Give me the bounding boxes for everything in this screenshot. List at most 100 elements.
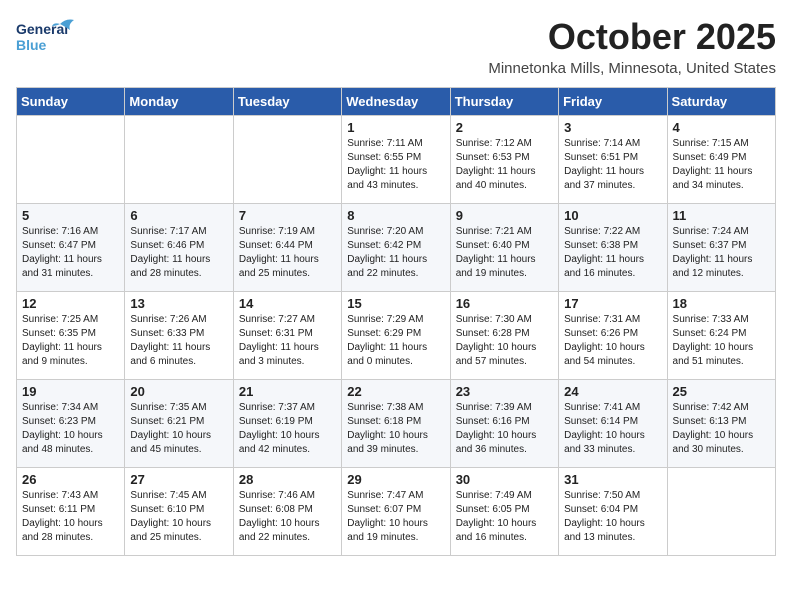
day-cell: 10 Sunrise: 7:22 AM Sunset: 6:38 PM Dayli…	[559, 204, 667, 292]
day-number: 4	[673, 120, 770, 135]
day-cell: 28 Sunrise: 7:46 AM Sunset: 6:08 PM Dayli…	[233, 468, 341, 556]
day-info: Sunrise: 7:41 AM Sunset: 6:14 PM Dayligh…	[564, 401, 661, 457]
month-title: October 2025	[488, 16, 776, 58]
title-section: October 2025 Minnetonka Mills, Minnesota…	[488, 16, 776, 77]
day-cell: 5 Sunrise: 7:16 AM Sunset: 6:47 PM Daylig…	[17, 204, 125, 292]
day-number: 28	[239, 472, 336, 487]
day-info: Sunrise: 7:14 AM Sunset: 6:51 PM Dayligh…	[564, 137, 661, 193]
weekday-header-wednesday: Wednesday	[342, 88, 450, 116]
day-info: Sunrise: 7:20 AM Sunset: 6:42 PM Dayligh…	[347, 225, 444, 281]
day-cell: 12Sunrise: 7:25 AM Sunset: 6:35 PM Dayli…	[17, 292, 125, 380]
week-row-3: 12Sunrise: 7:25 AM Sunset: 6:35 PM Dayli…	[17, 292, 776, 380]
day-number: 22	[347, 384, 444, 399]
day-cell: 31 Sunrise: 7:50 AM Sunset: 6:04 PM Dayli…	[559, 468, 667, 556]
day-cell: 30Sunrise: 7:49 AM Sunset: 6:05 PM Dayli…	[450, 468, 558, 556]
day-number: 27	[130, 472, 227, 487]
day-number: 21	[239, 384, 336, 399]
day-number: 1	[347, 120, 444, 135]
svg-text:General: General	[16, 21, 68, 37]
day-cell	[667, 468, 775, 556]
weekday-header-saturday: Saturday	[667, 88, 775, 116]
day-cell: 21 Sunrise: 7:37 AM Sunset: 6:19 PM Dayli…	[233, 380, 341, 468]
day-number: 2	[456, 120, 553, 135]
day-info: Sunrise: 7:19 AM Sunset: 6:44 PM Dayligh…	[239, 225, 336, 281]
day-cell: 6Sunrise: 7:17 AM Sunset: 6:46 PM Daylig…	[125, 204, 233, 292]
day-info: Sunrise: 7:50 AM Sunset: 6:04 PM Dayligh…	[564, 489, 661, 545]
day-number: 30	[456, 472, 553, 487]
day-cell: 18Sunrise: 7:33 AM Sunset: 6:24 PM Dayli…	[667, 292, 775, 380]
day-info: Sunrise: 7:33 AM Sunset: 6:24 PM Dayligh…	[673, 313, 770, 369]
day-info: Sunrise: 7:29 AM Sunset: 6:29 PM Dayligh…	[347, 313, 444, 369]
day-number: 5	[22, 208, 119, 223]
day-info: Sunrise: 7:37 AM Sunset: 6:19 PM Dayligh…	[239, 401, 336, 457]
day-info: Sunrise: 7:45 AM Sunset: 6:10 PM Dayligh…	[130, 489, 227, 545]
day-info: Sunrise: 7:46 AM Sunset: 6:08 PM Dayligh…	[239, 489, 336, 545]
day-cell: 9Sunrise: 7:21 AM Sunset: 6:40 PM Daylig…	[450, 204, 558, 292]
day-cell: 22 Sunrise: 7:38 AM Sunset: 6:18 PM Dayli…	[342, 380, 450, 468]
day-info: Sunrise: 7:42 AM Sunset: 6:13 PM Dayligh…	[673, 401, 770, 457]
day-cell: 11Sunrise: 7:24 AM Sunset: 6:37 PM Dayli…	[667, 204, 775, 292]
day-cell: 15 Sunrise: 7:29 AM Sunset: 6:29 PM Dayli…	[342, 292, 450, 380]
weekday-header-monday: Monday	[125, 88, 233, 116]
day-number: 23	[456, 384, 553, 399]
day-cell: 19 Sunrise: 7:34 AM Sunset: 6:23 PM Dayli…	[17, 380, 125, 468]
day-number: 10	[564, 208, 661, 223]
day-number: 31	[564, 472, 661, 487]
day-info: Sunrise: 7:11 AM Sunset: 6:55 PM Dayligh…	[347, 137, 444, 193]
day-info: Sunrise: 7:38 AM Sunset: 6:18 PM Dayligh…	[347, 401, 444, 457]
day-number: 12	[22, 296, 119, 311]
day-number: 8	[347, 208, 444, 223]
day-cell: 16 Sunrise: 7:30 AM Sunset: 6:28 PM Dayli…	[450, 292, 558, 380]
day-number: 15	[347, 296, 444, 311]
day-number: 20	[130, 384, 227, 399]
day-info: Sunrise: 7:34 AM Sunset: 6:23 PM Dayligh…	[22, 401, 119, 457]
day-cell: 4 Sunrise: 7:15 AM Sunset: 6:49 PM Daylig…	[667, 116, 775, 204]
day-number: 7	[239, 208, 336, 223]
day-info: Sunrise: 7:21 AM Sunset: 6:40 PM Dayligh…	[456, 225, 553, 281]
logo-icon: General Blue	[16, 16, 76, 60]
day-info: Sunrise: 7:15 AM Sunset: 6:49 PM Dayligh…	[673, 137, 770, 193]
day-info: Sunrise: 7:16 AM Sunset: 6:47 PM Dayligh…	[22, 225, 119, 281]
day-cell: 17 Sunrise: 7:31 AM Sunset: 6:26 PM Dayli…	[559, 292, 667, 380]
day-info: Sunrise: 7:30 AM Sunset: 6:28 PM Dayligh…	[456, 313, 553, 369]
week-row-1: 1 Sunrise: 7:11 AM Sunset: 6:55 PM Daylig…	[17, 116, 776, 204]
day-cell: 29Sunrise: 7:47 AM Sunset: 6:07 PM Dayli…	[342, 468, 450, 556]
day-number: 24	[564, 384, 661, 399]
day-number: 13	[130, 296, 227, 311]
logo: General Blue	[16, 16, 76, 65]
day-number: 11	[673, 208, 770, 223]
day-info: Sunrise: 7:39 AM Sunset: 6:16 PM Dayligh…	[456, 401, 553, 457]
day-number: 19	[22, 384, 119, 399]
day-cell: 23 Sunrise: 7:39 AM Sunset: 6:16 PM Dayli…	[450, 380, 558, 468]
day-cell	[17, 116, 125, 204]
weekday-header-sunday: Sunday	[17, 88, 125, 116]
day-number: 29	[347, 472, 444, 487]
day-info: Sunrise: 7:22 AM Sunset: 6:38 PM Dayligh…	[564, 225, 661, 281]
weekday-header-tuesday: Tuesday	[233, 88, 341, 116]
day-info: Sunrise: 7:26 AM Sunset: 6:33 PM Dayligh…	[130, 313, 227, 369]
day-cell	[233, 116, 341, 204]
weekday-header-friday: Friday	[559, 88, 667, 116]
day-cell: 8 Sunrise: 7:20 AM Sunset: 6:42 PM Daylig…	[342, 204, 450, 292]
day-number: 26	[22, 472, 119, 487]
day-number: 16	[456, 296, 553, 311]
day-info: Sunrise: 7:17 AM Sunset: 6:46 PM Dayligh…	[130, 225, 227, 281]
day-cell: 27 Sunrise: 7:45 AM Sunset: 6:10 PM Dayli…	[125, 468, 233, 556]
day-info: Sunrise: 7:35 AM Sunset: 6:21 PM Dayligh…	[130, 401, 227, 457]
day-number: 17	[564, 296, 661, 311]
week-row-4: 19 Sunrise: 7:34 AM Sunset: 6:23 PM Dayli…	[17, 380, 776, 468]
day-number: 25	[673, 384, 770, 399]
day-cell: 25 Sunrise: 7:42 AM Sunset: 6:13 PM Dayli…	[667, 380, 775, 468]
day-info: Sunrise: 7:31 AM Sunset: 6:26 PM Dayligh…	[564, 313, 661, 369]
day-number: 14	[239, 296, 336, 311]
day-cell: 7 Sunrise: 7:19 AM Sunset: 6:44 PM Daylig…	[233, 204, 341, 292]
day-info: Sunrise: 7:43 AM Sunset: 6:11 PM Dayligh…	[22, 489, 119, 545]
day-info: Sunrise: 7:27 AM Sunset: 6:31 PM Dayligh…	[239, 313, 336, 369]
day-cell: 26 Sunrise: 7:43 AM Sunset: 6:11 PM Dayli…	[17, 468, 125, 556]
week-row-5: 26 Sunrise: 7:43 AM Sunset: 6:11 PM Dayli…	[17, 468, 776, 556]
day-cell	[125, 116, 233, 204]
calendar-table: SundayMondayTuesdayWednesdayThursdayFrid…	[16, 87, 776, 556]
page-header: General Blue October 2025 Minnetonka Mil…	[16, 16, 776, 77]
day-cell: 13 Sunrise: 7:26 AM Sunset: 6:33 PM Dayli…	[125, 292, 233, 380]
day-cell: 20 Sunrise: 7:35 AM Sunset: 6:21 PM Dayli…	[125, 380, 233, 468]
